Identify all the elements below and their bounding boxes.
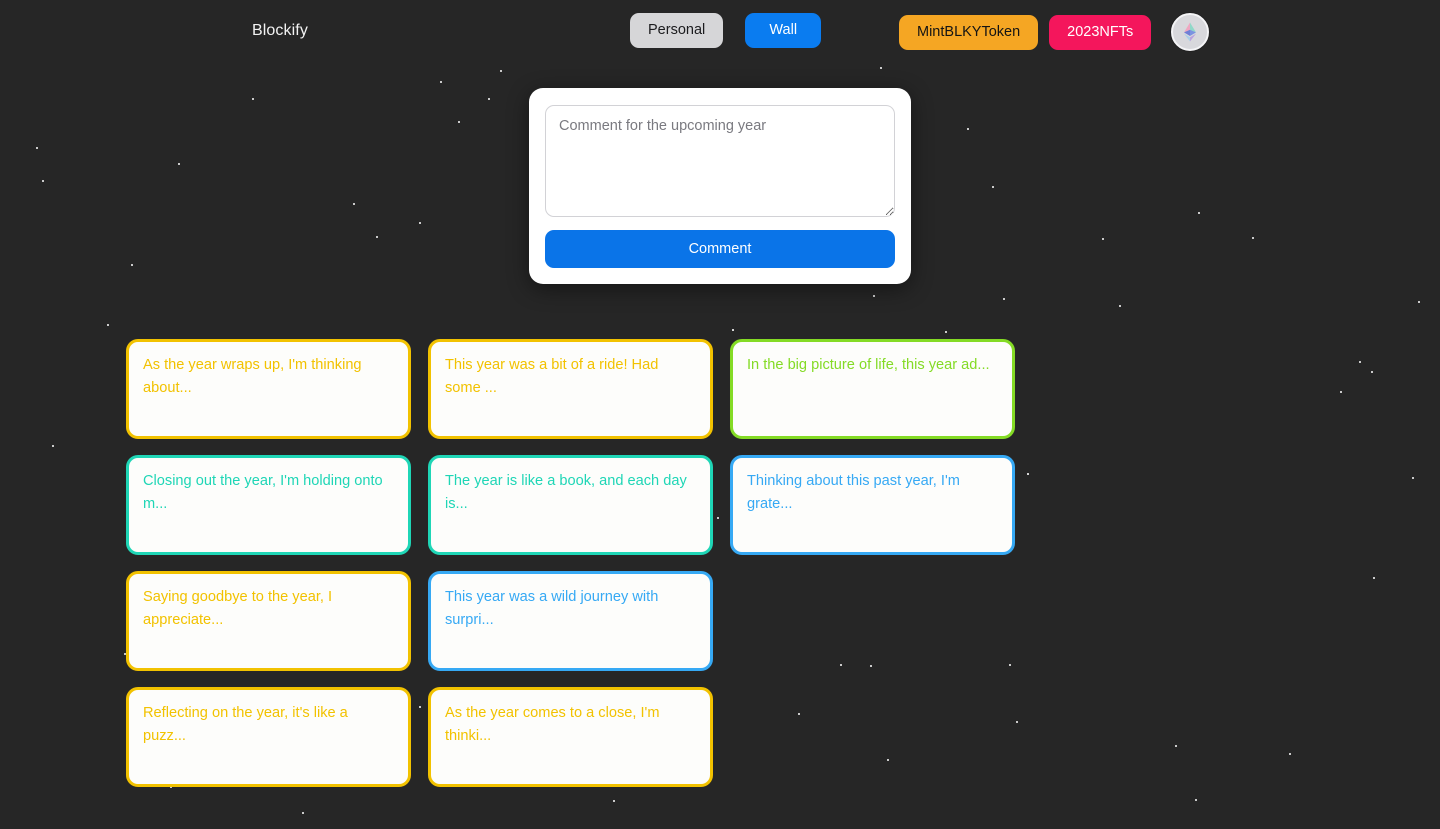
wall-card-text: This year was a wild journey with surpri… bbox=[445, 589, 659, 628]
star-dot bbox=[106, 323, 110, 327]
star-dot bbox=[1101, 237, 1105, 241]
top-navbar: Blockify Personal Wall MintBLKYToken 202… bbox=[0, 0, 1440, 61]
wall-card[interactable]: This year was a bit of a ride! Had some … bbox=[428, 339, 713, 439]
app-brand-title: Blockify bbox=[252, 22, 308, 39]
wall-card-text: Closing out the year, I'm holding onto m… bbox=[143, 473, 383, 512]
wall-card[interactable]: Reflecting on the year, it's like a puzz… bbox=[126, 687, 411, 787]
wallet-avatar-button[interactable] bbox=[1171, 13, 1210, 51]
star-dot bbox=[35, 146, 39, 150]
star-dot bbox=[1197, 211, 1201, 215]
wall-card[interactable]: Thinking about this past year, I'm grate… bbox=[730, 455, 1015, 555]
wall-card[interactable]: As the year wraps up, I'm thinking about… bbox=[126, 339, 411, 439]
nfts-button[interactable]: 2023NFTs bbox=[1049, 14, 1152, 50]
comment-submit-button[interactable]: Comment bbox=[545, 230, 895, 268]
wall-card-empty-slot bbox=[730, 571, 1015, 671]
comment-modal: Comment bbox=[529, 88, 911, 284]
wall-card-text: Thinking about this past year, I'm grate… bbox=[747, 473, 960, 512]
ethereum-icon bbox=[1178, 20, 1202, 44]
comment-input[interactable] bbox=[545, 105, 895, 217]
star-dot bbox=[301, 811, 305, 815]
star-dot bbox=[418, 221, 422, 225]
nav-primary-group: Personal Wall bbox=[630, 13, 822, 48]
star-dot bbox=[41, 179, 45, 183]
wall-card-text: The year is like a book, and each day is… bbox=[445, 473, 687, 512]
nav-actions-group: MintBLKYToken 2023NFTs bbox=[899, 13, 1210, 51]
wall-card-text: Saying goodbye to the year, I appreciate… bbox=[143, 589, 333, 628]
star-dot bbox=[612, 799, 616, 803]
wall-card-grid: As the year wraps up, I'm thinking about… bbox=[126, 339, 1315, 787]
star-dot bbox=[439, 80, 443, 84]
wall-card-text: As the year wraps up, I'm thinking about… bbox=[143, 357, 362, 396]
star-dot bbox=[1411, 476, 1415, 480]
star-dot bbox=[178, 163, 180, 165]
star-dot bbox=[991, 185, 995, 189]
wall-card-text: As the year comes to a close, I'm thinki… bbox=[445, 705, 660, 744]
wall-card-text: Reflecting on the year, it's like a puzz… bbox=[143, 705, 348, 744]
star-dot bbox=[130, 263, 134, 267]
wall-card[interactable]: In the big picture of life, this year ad… bbox=[730, 339, 1015, 439]
star-dot bbox=[1359, 361, 1361, 363]
star-dot bbox=[1370, 370, 1374, 374]
star-dot bbox=[487, 97, 491, 101]
wall-card[interactable]: Closing out the year, I'm holding onto m… bbox=[126, 455, 411, 555]
wall-card[interactable]: The year is like a book, and each day is… bbox=[428, 455, 713, 555]
star-dot bbox=[879, 66, 883, 70]
wall-card-text: This year was a bit of a ride! Had some … bbox=[445, 357, 659, 396]
wall-card[interactable]: As the year comes to a close, I'm thinki… bbox=[428, 687, 713, 787]
star-dot bbox=[1417, 300, 1421, 304]
star-dot bbox=[1002, 297, 1006, 301]
star-dot bbox=[458, 121, 460, 123]
star-dot bbox=[352, 202, 356, 206]
star-dot bbox=[499, 69, 503, 73]
wall-card[interactable]: Saying goodbye to the year, I appreciate… bbox=[126, 571, 411, 671]
mint-token-button[interactable]: MintBLKYToken bbox=[899, 14, 1039, 50]
wall-card[interactable]: This year was a wild journey with surpri… bbox=[428, 571, 713, 671]
star-dot bbox=[944, 330, 948, 334]
star-dot bbox=[1372, 576, 1376, 580]
star-dot bbox=[1118, 304, 1122, 308]
nav-personal-button[interactable]: Personal bbox=[630, 13, 724, 48]
star-dot bbox=[1339, 390, 1343, 394]
star-dot bbox=[1251, 236, 1255, 240]
star-dot bbox=[872, 294, 876, 298]
star-dot bbox=[732, 329, 734, 331]
nav-wall-button[interactable]: Wall bbox=[745, 13, 822, 48]
star-dot bbox=[51, 444, 55, 448]
star-dot bbox=[375, 235, 379, 239]
star-dot bbox=[251, 97, 255, 101]
star-dot bbox=[1194, 798, 1198, 802]
star-dot bbox=[966, 127, 970, 131]
wall-card-text: In the big picture of life, this year ad… bbox=[747, 357, 990, 373]
